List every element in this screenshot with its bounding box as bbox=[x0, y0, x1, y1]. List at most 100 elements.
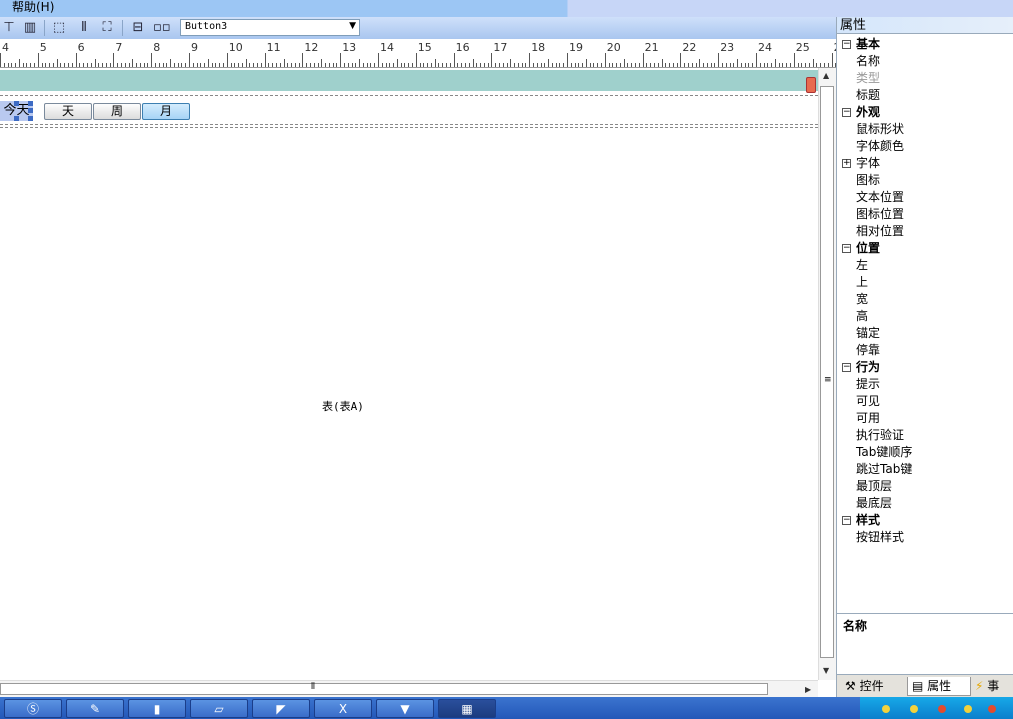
skype-icon[interactable]: Ⓢ bbox=[4, 699, 62, 718]
property-row[interactable]: 按钮样式 bbox=[837, 529, 1013, 546]
tab-events[interactable]: ⚡ 事 bbox=[975, 677, 1013, 696]
columns-icon[interactable]: ⦀ bbox=[76, 20, 92, 36]
property-row[interactable]: 图标位置 bbox=[837, 206, 1013, 223]
property-grid[interactable]: − 基本 名称 类型 标题 − 外观 鼠标形状 字体颜色 + 字体图标 文本位置 图标位置 相对位置 − 位置… bbox=[837, 36, 1013, 608]
align-icon[interactable]: ⊤ bbox=[1, 20, 17, 36]
property-label: 字体 bbox=[856, 156, 881, 170]
bar-chart-icon[interactable]: ▥ bbox=[22, 20, 38, 36]
property-category[interactable]: − 基本 bbox=[837, 36, 1013, 53]
collapse-icon[interactable]: − bbox=[842, 244, 851, 253]
selection-handle[interactable] bbox=[14, 116, 19, 121]
ruler-tick bbox=[790, 63, 792, 67]
ruler-tick bbox=[567, 53, 568, 67]
app-chart-icon[interactable]: ◤ bbox=[252, 699, 310, 718]
property-row[interactable]: 宽 bbox=[837, 291, 1013, 308]
ruler-tick bbox=[699, 59, 701, 67]
design-surface[interactable]: 今天 天 周 月 表(表A) bbox=[0, 68, 818, 680]
tray-icon[interactable] bbox=[964, 705, 972, 713]
property-row[interactable]: 最底层 bbox=[837, 495, 1013, 512]
app-grid-icon[interactable]: ▦ bbox=[438, 699, 496, 718]
property-row[interactable]: 鼠标形状 bbox=[837, 121, 1013, 138]
week-button[interactable]: 周 bbox=[93, 103, 141, 120]
property-category[interactable]: − 行为 bbox=[837, 359, 1013, 376]
tray-icon[interactable] bbox=[938, 705, 946, 713]
property-row[interactable]: 标题 bbox=[837, 87, 1013, 104]
scroll-down-icon[interactable]: ▼ bbox=[823, 666, 829, 675]
property-row[interactable]: 最顶层 bbox=[837, 478, 1013, 495]
property-row[interactable]: 上 bbox=[837, 274, 1013, 291]
tray-icon[interactable] bbox=[882, 705, 890, 713]
chevron-down-icon[interactable]: ▼ bbox=[349, 21, 356, 31]
property-row[interactable]: 提示 bbox=[837, 376, 1013, 393]
property-label: 左 bbox=[856, 258, 869, 272]
selection-handle[interactable] bbox=[14, 101, 19, 106]
property-row[interactable]: 名称 bbox=[837, 53, 1013, 70]
property-row[interactable]: 可用 bbox=[837, 410, 1013, 427]
property-row[interactable]: 高 bbox=[837, 308, 1013, 325]
ruler-tick bbox=[548, 59, 550, 67]
ruler-number: 18 bbox=[531, 41, 546, 54]
property-row[interactable]: 字体颜色 bbox=[837, 138, 1013, 155]
app-fox-icon[interactable]: ▼ bbox=[376, 699, 434, 718]
property-row[interactable]: 相对位置 bbox=[837, 223, 1013, 240]
selection-handle[interactable] bbox=[28, 108, 33, 113]
horizontal-scroll-thumb[interactable]: ⦀ bbox=[0, 682, 768, 695]
property-label: 按钮样式 bbox=[856, 530, 905, 544]
ruler-tick bbox=[204, 63, 206, 67]
property-row[interactable]: 左 bbox=[837, 257, 1013, 274]
collapse-icon[interactable]: − bbox=[842, 108, 851, 117]
band-resize-handle[interactable] bbox=[806, 77, 816, 93]
horizontal-scrollbar[interactable]: ⦀ ▶ bbox=[0, 680, 818, 698]
excel-icon[interactable]: X bbox=[314, 699, 372, 718]
property-row[interactable]: 文本位置 bbox=[837, 189, 1013, 206]
ruler-number: 20 bbox=[606, 41, 621, 54]
fit-icon[interactable]: ⛶ bbox=[99, 20, 115, 36]
collapse-icon[interactable]: − bbox=[842, 516, 851, 525]
property-category[interactable]: − 样式 bbox=[837, 512, 1013, 529]
header-band[interactable] bbox=[0, 70, 818, 91]
property-row[interactable]: 跳过Tab键 bbox=[837, 461, 1013, 478]
property-row[interactable]: 执行验证 bbox=[837, 427, 1013, 444]
property-row[interactable]: 停靠 bbox=[837, 342, 1013, 359]
tab-controls[interactable]: ⚒ 控件 bbox=[845, 677, 907, 696]
expand-icon[interactable]: + bbox=[842, 159, 851, 168]
collapse-icon[interactable]: − bbox=[842, 363, 851, 372]
property-row[interactable]: 锚定 bbox=[837, 325, 1013, 342]
ruler-tick bbox=[196, 63, 198, 67]
property-row[interactable]: 类型 bbox=[837, 70, 1013, 87]
day-button[interactable]: 天 bbox=[44, 103, 92, 120]
ruler-tick bbox=[230, 63, 232, 67]
ruler-tick bbox=[578, 63, 580, 67]
tab-properties[interactable]: ▤ 属性 bbox=[907, 677, 971, 696]
selection-handle[interactable] bbox=[28, 116, 33, 121]
ruler-tick bbox=[774, 59, 776, 67]
ruler-tick bbox=[793, 53, 795, 67]
collapse-icon[interactable]: − bbox=[842, 40, 851, 49]
app-yellow-icon[interactable]: ▮ bbox=[128, 699, 186, 718]
month-button[interactable]: 月 bbox=[142, 103, 190, 120]
property-row[interactable]: Tab键顺序 bbox=[837, 444, 1013, 461]
scroll-right-icon[interactable]: ▶ bbox=[805, 685, 811, 694]
object-selector-combo[interactable]: Button3 ▼ bbox=[180, 19, 360, 36]
property-row[interactable]: 图标 bbox=[837, 172, 1013, 189]
frame-icon[interactable]: ⬚ bbox=[51, 20, 67, 36]
property-label: 提示 bbox=[856, 377, 881, 391]
ruler-tick bbox=[657, 63, 659, 67]
property-row[interactable]: 可见 bbox=[837, 393, 1013, 410]
selection-handle[interactable] bbox=[28, 101, 33, 106]
property-category[interactable]: − 外观 bbox=[837, 104, 1013, 121]
app-window-icon[interactable]: ▱ bbox=[190, 699, 248, 718]
distribute-vertical-icon[interactable]: ⊟ bbox=[130, 20, 146, 36]
app-red-icon[interactable]: ✎ bbox=[66, 699, 124, 718]
vertical-scroll-thumb[interactable]: ≡ bbox=[820, 86, 834, 658]
scroll-up-icon[interactable]: ▲ bbox=[823, 71, 829, 80]
ruler-tick bbox=[170, 59, 172, 67]
ruler-tick bbox=[404, 63, 406, 67]
tray-icon[interactable] bbox=[910, 705, 918, 713]
property-category[interactable]: − 位置 bbox=[837, 240, 1013, 257]
property-row[interactable]: + 字体 bbox=[837, 155, 1013, 172]
vertical-scrollbar[interactable]: ▲ ≡ ▼ bbox=[818, 68, 836, 680]
tray-icon[interactable] bbox=[988, 705, 996, 713]
menu-item-help[interactable]: 帮助(H) bbox=[12, 0, 54, 15]
distribute-horizontal-icon[interactable]: ▫▫ bbox=[153, 20, 171, 36]
